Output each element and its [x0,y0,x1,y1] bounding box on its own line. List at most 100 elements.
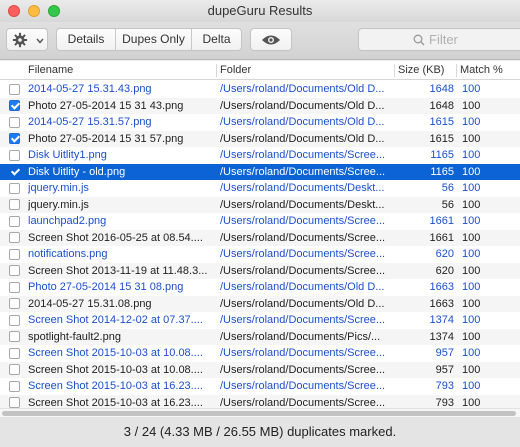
mark-checkbox[interactable] [9,149,20,161]
match-cell: 100 [462,380,481,392]
folder-cell: /Users/roland/Documents/Scree... [220,314,386,326]
size-cell: 56 [441,182,454,194]
table-row[interactable]: Screen Shot 2015-10-03 at 10.08.... /User… [0,361,520,378]
mark-checkbox[interactable] [9,199,20,210]
size-cell: 957 [435,363,454,376]
filter-search-field[interactable]: Filter [358,28,520,51]
search-icon [413,34,425,46]
mark-checkbox[interactable] [9,380,20,392]
mark-checkbox[interactable] [9,364,20,375]
table-row[interactable]: Disk Uitlity - old.png/Users/roland/Docu… [0,163,520,180]
mark-checkbox[interactable] [9,281,20,293]
mark-checkbox[interactable] [9,116,20,128]
mark-checkbox[interactable] [9,298,20,309]
filename-cell: launchpad2.png [28,215,107,227]
table-row[interactable]: Screen Shot 2015-10-03 at 10.08.... /User… [0,345,520,362]
dupes-only-button[interactable]: Dupes Only [116,29,191,50]
mark-checkbox[interactable] [9,347,20,359]
match-cell: 100 [462,198,481,211]
mark-checkbox[interactable] [9,215,20,227]
match-cell: 100 [462,83,481,95]
table-row[interactable]: spotlight-fault2.png/Users/roland/Docume… [0,328,520,345]
filename-cell: 2014-05-27 15.31.08.png [28,297,152,310]
mark-checkbox[interactable] [9,331,20,342]
filename-cell: jquery.min.js [28,182,89,194]
match-cell: 100 [462,264,481,277]
table-row[interactable]: Photo 27-05-2014 15 31 43.png/Users/rola… [0,97,520,114]
mark-checkbox[interactable] [9,166,20,177]
column-header-filename[interactable]: Filename [24,61,216,80]
mark-checkbox[interactable] [9,182,20,194]
mark-checkbox[interactable] [9,232,20,243]
filename-cell: notifications.png [28,248,108,260]
size-cell: 1663 [429,297,454,310]
filename-cell: Screen Shot 2016-05-25 at 08.54.... [28,231,203,244]
match-cell: 100 [462,215,481,227]
column-header-folder[interactable]: Folder [216,61,394,80]
folder-cell: /Users/roland/Documents/Scree... [220,380,386,392]
size-cell: 1661 [429,231,454,244]
size-cell: 620 [435,264,454,277]
table-row[interactable]: Screen Shot 2015-10-03 at 16.23.... /User… [0,378,520,395]
filename-cell: Screen Shot 2015-10-03 at 16.23.... [28,396,203,409]
details-button[interactable]: Details [57,29,115,50]
filename-cell: Disk Uitlity1.png [28,149,107,161]
match-cell: 100 [462,182,481,194]
size-cell: 1648 [429,99,454,112]
table-row[interactable]: notifications.png/Users/roland/Documents… [0,246,520,263]
window-title: dupeGuru Results [207,3,313,18]
mark-checkbox[interactable] [9,100,20,111]
table-row[interactable]: Photo 27-05-2014 15 31 08.png/Users/rola… [0,279,520,296]
size-cell: 620 [435,248,454,260]
folder-cell: /Users/roland/Documents/Old D... [220,281,385,293]
size-cell: 56 [441,198,454,211]
table-row[interactable]: 2014-05-27 15.31.08.png/Users/roland/Doc… [0,295,520,312]
size-cell: 957 [435,347,454,359]
zoom-window-button[interactable] [48,5,60,17]
table-row[interactable]: Screen Shot 2015-10-03 at 16.23.... /User… [0,394,520,409]
view-options-segmented-control: Details Dupes Only Delta [56,28,242,51]
mark-checkbox[interactable] [9,397,20,408]
table-row[interactable]: Screen Shot 2016-05-25 at 08.54.... /User… [0,229,520,246]
table-header: Filename Folder Size (KB) Match % [0,61,520,80]
column-header-size[interactable]: Size (KB) [394,61,456,80]
match-cell: 100 [462,363,481,376]
size-cell: 1648 [429,83,454,95]
scrollbar-thumb[interactable] [2,411,516,416]
folder-cell: /Users/roland/Documents/Scree... [220,215,386,227]
size-cell: 1661 [429,215,454,227]
table-row[interactable]: jquery.min.js/Users/roland/Documents/Des… [0,196,520,213]
table-row[interactable]: Disk Uitlity1.png/Users/roland/Documents… [0,147,520,164]
match-cell: 100 [462,248,481,260]
minimize-window-button[interactable] [28,5,40,17]
results-table: Filename Folder Size (KB) Match % 2014-0… [0,61,520,408]
table-row[interactable]: Screen Shot 2013-11-19 at 11.48.3... /Use… [0,262,520,279]
actions-menu-button[interactable] [6,28,48,51]
filename-cell: Disk Uitlity - old.png [28,165,126,178]
table-row[interactable]: Photo 27-05-2014 15 31 57.png/Users/rola… [0,130,520,147]
table-row[interactable]: jquery.min.js/Users/roland/Documents/Des… [0,180,520,197]
folder-cell: /Users/roland/Documents/Old D... [220,99,385,112]
mark-checkbox[interactable] [9,83,20,95]
quick-look-button[interactable] [250,28,292,51]
size-cell: 1374 [429,330,454,343]
horizontal-scrollbar[interactable] [0,408,520,417]
match-cell: 100 [462,165,481,178]
match-cell: 100 [462,132,481,145]
table-row[interactable]: launchpad2.png/Users/roland/Documents/Sc… [0,213,520,230]
table-row[interactable]: 2014-05-27 15.31.43.png/Users/roland/Doc… [0,81,520,98]
delta-button[interactable]: Delta [192,29,241,50]
mark-checkbox[interactable] [9,248,20,260]
mark-checkbox[interactable] [9,314,20,326]
filename-cell: Screen Shot 2013-11-19 at 11.48.3... [28,264,208,277]
folder-cell: /Users/roland/Documents/Deskt... [220,198,385,211]
mark-checkbox[interactable] [9,133,20,144]
folder-cell: /Users/roland/Documents/Scree... [220,264,386,277]
column-header-match[interactable]: Match % [456,61,516,80]
folder-cell: /Users/roland/Documents/Scree... [220,248,386,260]
table-row[interactable]: Screen Shot 2014-12-02 at 07.37.... /User… [0,312,520,329]
mark-checkbox[interactable] [9,265,20,276]
table-row[interactable]: 2014-05-27 15.31.57.png/Users/roland/Doc… [0,114,520,131]
close-window-button[interactable] [8,5,20,17]
match-cell: 100 [462,330,481,343]
